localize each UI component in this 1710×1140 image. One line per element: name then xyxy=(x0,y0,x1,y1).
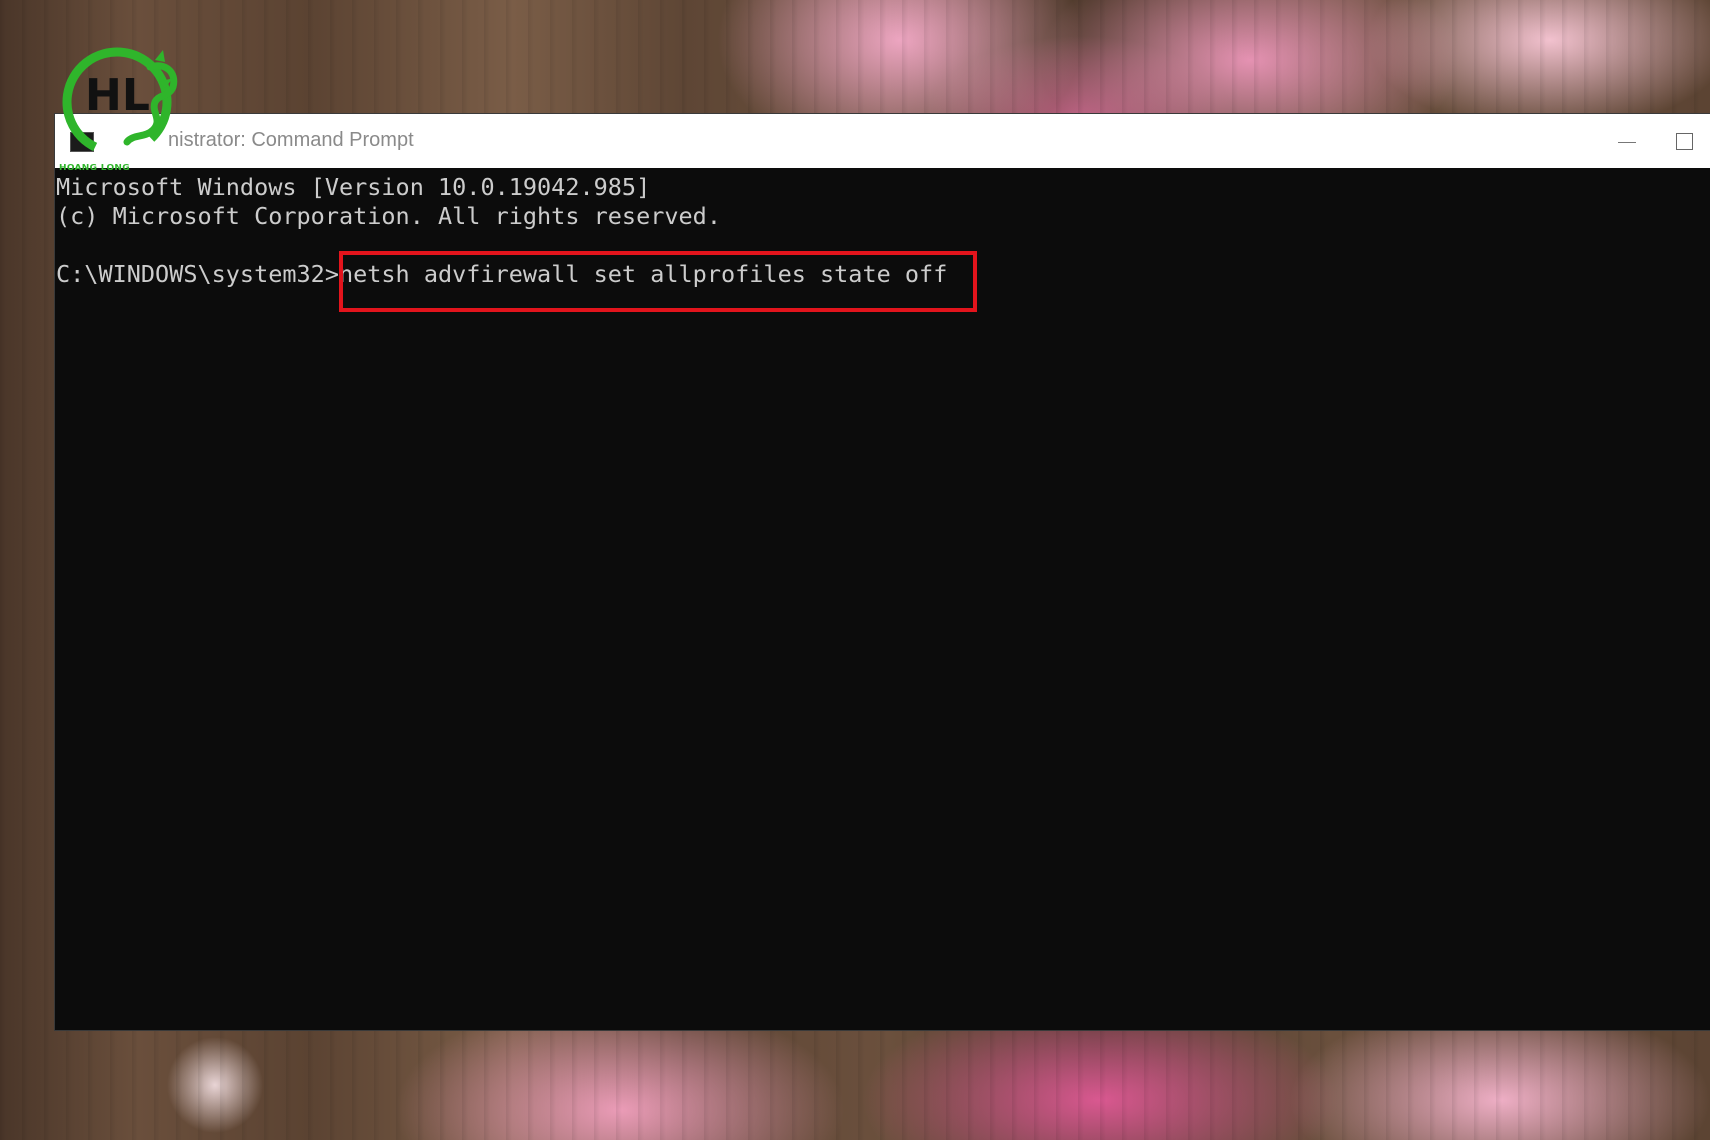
dragon-logo-icon: HL xyxy=(62,47,178,157)
command-prompt-window[interactable]: nistrator: Command Prompt Microsoft Wind… xyxy=(55,114,1710,1030)
watermark-logo: HL HOANG LONG xyxy=(55,42,185,174)
logo-brand-text: HOANG LONG xyxy=(59,163,130,173)
command-highlight-box xyxy=(339,251,977,312)
maximize-button[interactable] xyxy=(1658,114,1710,168)
window-title-bar[interactable]: nistrator: Command Prompt xyxy=(55,114,1710,168)
console-copyright-line: (c) Microsoft Corporation. All rights re… xyxy=(56,202,721,230)
console-version-line: Microsoft Windows [Version 10.0.19042.98… xyxy=(56,173,651,201)
console-prompt: C:\WINDOWS\system32> xyxy=(56,260,339,288)
minimize-button[interactable] xyxy=(1592,114,1662,168)
window-title: nistrator: Command Prompt xyxy=(168,129,414,151)
logo-letters: HL xyxy=(85,70,150,121)
maximize-icon xyxy=(1675,132,1693,150)
console-output[interactable]: Microsoft Windows [Version 10.0.19042.98… xyxy=(55,168,1710,1030)
minimize-icon xyxy=(1618,141,1636,143)
